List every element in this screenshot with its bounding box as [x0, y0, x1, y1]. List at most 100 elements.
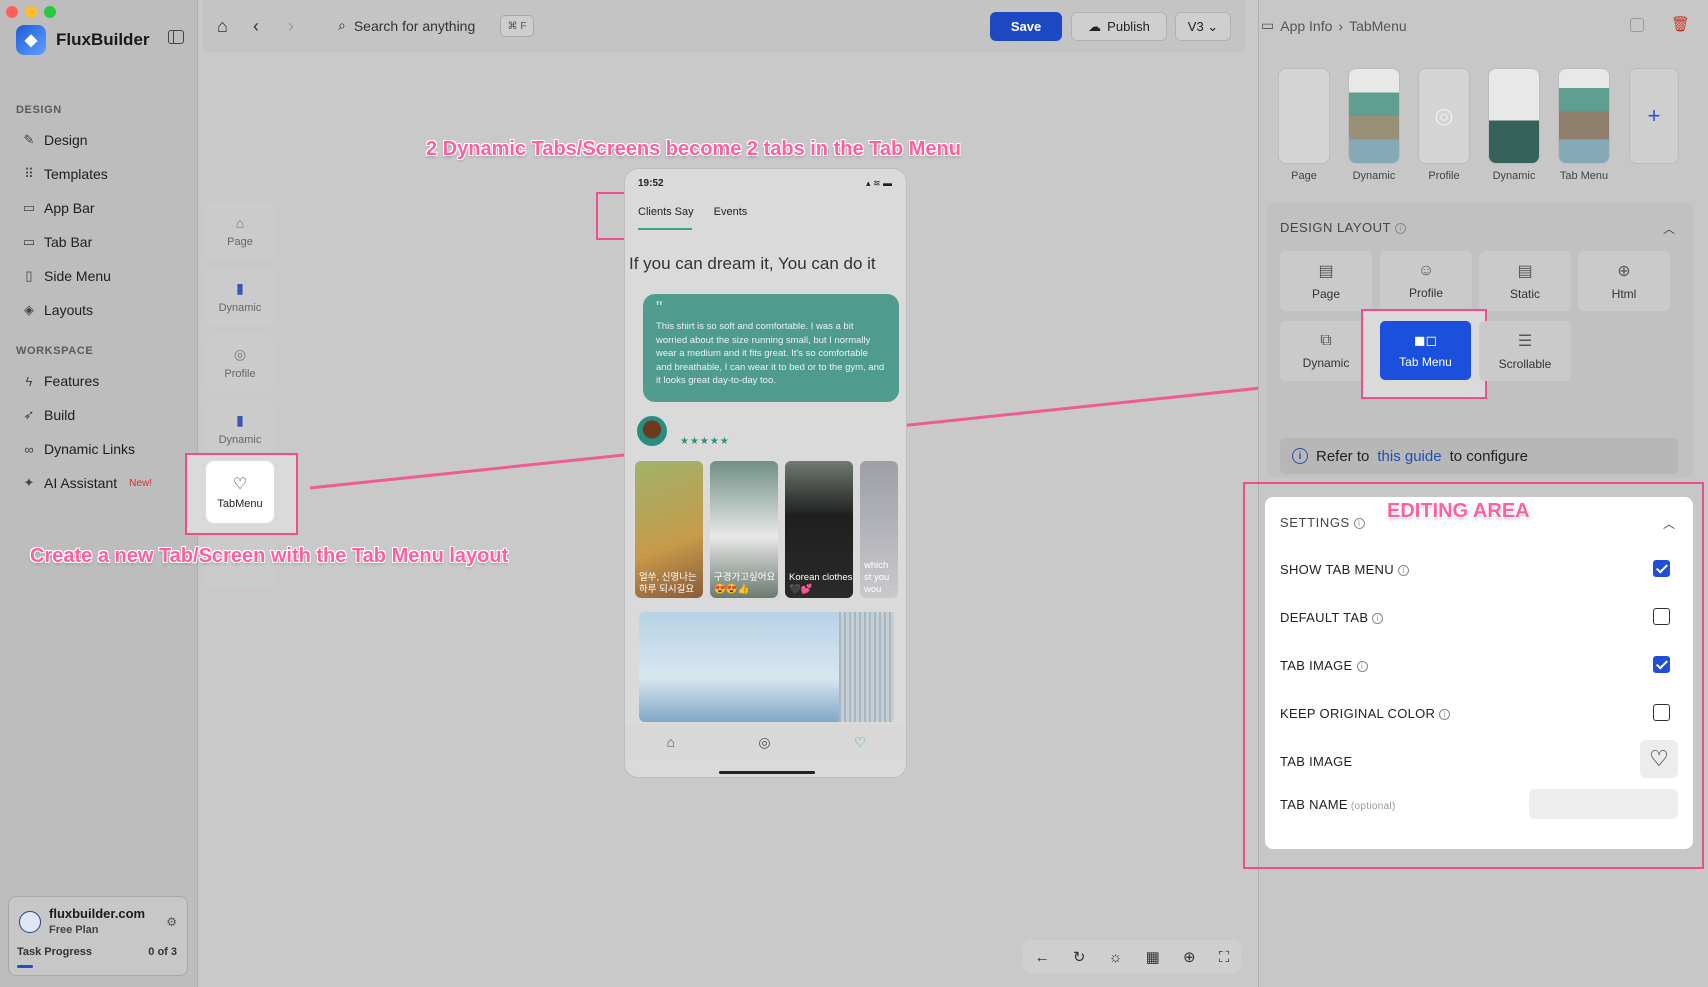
thumb-dynamic-2[interactable]: Dynamic [1488, 68, 1540, 182]
grid-icon[interactable]: ▦ [1146, 948, 1160, 966]
account-card[interactable]: fluxbuilder.com Free Plan ⚙ Task Progres… [8, 896, 188, 976]
thumb-dynamic[interactable]: Dynamic [1348, 68, 1400, 182]
setting-keep-original-color-label: KEEP ORIGINAL COLOR i [1280, 706, 1451, 721]
screen-tile-dynamic-2[interactable]: ▮ Dynamic [206, 400, 274, 458]
setting-label: KEEP ORIGINAL COLOR [1280, 706, 1436, 721]
task-progress-bar [17, 965, 181, 968]
screen-tile-label: Dynamic [218, 434, 262, 446]
keep-original-color-checkbox[interactable] [1653, 704, 1670, 721]
search-box[interactable]: ⌕ Search for anything [338, 17, 475, 34]
search-icon: ⌕ [338, 17, 346, 33]
link-icon: ∞ [24, 441, 34, 457]
sidebar-item-ai-assistant[interactable]: ✦ AI Assistant New! [22, 475, 152, 491]
publish-button[interactable]: ☁ Publish [1071, 12, 1167, 41]
chevron-up-icon[interactable]: ︿ [1663, 515, 1675, 532]
image-card[interactable]: which st you wou [860, 461, 898, 598]
info-icon: i [1353, 518, 1365, 530]
sidebar-item-design[interactable]: ✎ Design [22, 132, 88, 148]
forward-arrow-icon[interactable]: › [288, 16, 294, 37]
phone-tab-events[interactable]: Events [714, 206, 748, 218]
trash-icon[interactable]: 🗑 [1671, 15, 1690, 33]
refresh-icon[interactable]: ↻ [1073, 948, 1086, 966]
tab-name-field[interactable] [1529, 789, 1678, 819]
setting-label: SHOW TAB MENU [1280, 562, 1394, 577]
back-arrow-icon[interactable]: ‹ [253, 16, 259, 37]
chevron-up-icon[interactable]: ︿ [1663, 220, 1675, 237]
zoom-icon[interactable]: ⊕ [1183, 948, 1196, 966]
gear-icon[interactable]: ⚙ [166, 915, 177, 929]
image-card[interactable]: Korean clothes 🖤💕 [785, 461, 853, 598]
minimize-window-button[interactable] [25, 6, 37, 18]
user-icon: ☺ [1417, 262, 1435, 279]
task-progress-fill [17, 965, 34, 968]
setting-label: DEFAULT TAB [1280, 610, 1369, 625]
save-button[interactable]: Save [990, 12, 1062, 41]
tab-image-checkbox[interactable] [1653, 656, 1670, 673]
account-plan: Free Plan [49, 924, 99, 936]
image-card[interactable]: 얼쑤, 신명나는 하루 되시길요 [635, 461, 703, 598]
zoom-window-button[interactable] [44, 6, 56, 18]
home-icon[interactable]: ⌂ [217, 16, 228, 37]
optional-hint: (optional) [1350, 801, 1396, 812]
tab-image-picker[interactable]: ♡ [1640, 740, 1678, 778]
aperture-icon[interactable]: ◎ [758, 734, 770, 751]
phone-tab-clients-say[interactable]: Clients Say [638, 206, 694, 218]
layout-tab-menu-button[interactable]: ◼◻ Tab Menu [1380, 321, 1471, 380]
sidebar-item-layouts[interactable]: ◈ Layouts [22, 302, 93, 318]
sidebar-item-app-bar[interactable]: ▭ App Bar [22, 200, 95, 216]
sun-icon[interactable]: ☼ [1109, 949, 1123, 966]
phone-headline: If you can dream it, You can do it [629, 254, 876, 273]
default-tab-checkbox[interactable] [1653, 608, 1670, 625]
image-card[interactable]: 구경가고싶어요 😍😍👍 [710, 461, 778, 598]
sidebar-item-tab-bar[interactable]: ▭ Tab Bar [22, 234, 92, 250]
sidebar-item-label: Tab Bar [44, 234, 93, 250]
cloud-upload-icon: ☁ [1088, 18, 1102, 34]
duplicate-icon[interactable] [1630, 18, 1644, 32]
layout-page-button[interactable]: ▤ Page [1280, 251, 1372, 311]
show-tab-menu-checkbox[interactable] [1653, 560, 1670, 577]
close-window-button[interactable] [6, 6, 18, 18]
screen-tile-page[interactable]: ⌂ Page [206, 202, 274, 260]
publish-label: Publish [1107, 19, 1150, 34]
version-select[interactable]: V3 ⌄ [1175, 12, 1231, 41]
guide-link[interactable]: this guide [1377, 448, 1441, 465]
thumb-tab-menu[interactable]: Tab Menu [1558, 68, 1610, 182]
refer-suffix: to configure [1449, 447, 1528, 465]
sidebar-item-dynamic-links[interactable]: ∞ Dynamic Links [22, 441, 135, 457]
heart-icon: ♡ [1649, 746, 1669, 771]
search-input[interactable]: Search for anything [354, 18, 475, 34]
screen-tile-tabmenu[interactable]: ♡ TabMenu [206, 461, 274, 523]
task-progress-count: 0 of 3 [148, 946, 177, 958]
quote-mark-icon: " [656, 298, 663, 318]
sidebar-item-build[interactable]: ➶ Build [22, 407, 76, 423]
account-domain: fluxbuilder.com [49, 906, 146, 921]
sidebar-item-templates[interactable]: ⠿ Templates [22, 166, 108, 182]
aperture-icon: ◎ [233, 346, 247, 362]
chevron-down-icon: ⌄ [1203, 18, 1219, 34]
layout-scrollable-button[interactable]: ☰ Scrollable [1479, 321, 1571, 381]
thumb-page[interactable]: Page [1278, 68, 1330, 182]
testimonial-text: This shirt is so soft and comfortable. I… [656, 321, 885, 386]
screen-tile-profile[interactable]: ◎ Profile [206, 334, 274, 392]
phone-preview: 19:52 ▴ ≋ ▬ Clients Say Events If you ca… [624, 168, 907, 778]
add-screen-button[interactable]: + [1628, 68, 1680, 182]
sidebar-item-label: AI Assistant [44, 475, 118, 491]
layout-dynamic-button[interactable]: ⧉ Dynamic [1280, 321, 1372, 381]
collapse-sidebar-icon[interactable] [168, 30, 184, 44]
sidebar-item-side-menu[interactable]: ▯ Side Menu [22, 268, 111, 284]
brand[interactable]: ◆ FluxBuilder [16, 25, 150, 55]
thumb-profile[interactable]: ◎ Profile [1418, 68, 1470, 182]
thumb-preview [1488, 68, 1540, 164]
fullscreen-icon[interactable]: ⛶ [1219, 949, 1230, 966]
layout-profile-button[interactable]: ☺ Profile [1380, 251, 1472, 311]
heart-icon[interactable]: ♡ [854, 734, 867, 751]
thumb-label: Dynamic [1352, 170, 1396, 182]
screen-tile-dynamic-1[interactable]: ▮ Dynamic [206, 268, 274, 326]
layout-static-button[interactable]: ▤ Static [1479, 251, 1571, 311]
back-arrow-icon[interactable]: ← [1035, 949, 1050, 966]
sidebar-item-label: Templates [44, 166, 108, 182]
home-icon[interactable]: ⌂ [667, 734, 675, 750]
layout-html-button[interactable]: ⊕ Html [1578, 251, 1670, 311]
breadcrumb-app-info[interactable]: App Info [1280, 18, 1332, 34]
sidebar-item-features[interactable]: ϟ Features [22, 373, 100, 389]
